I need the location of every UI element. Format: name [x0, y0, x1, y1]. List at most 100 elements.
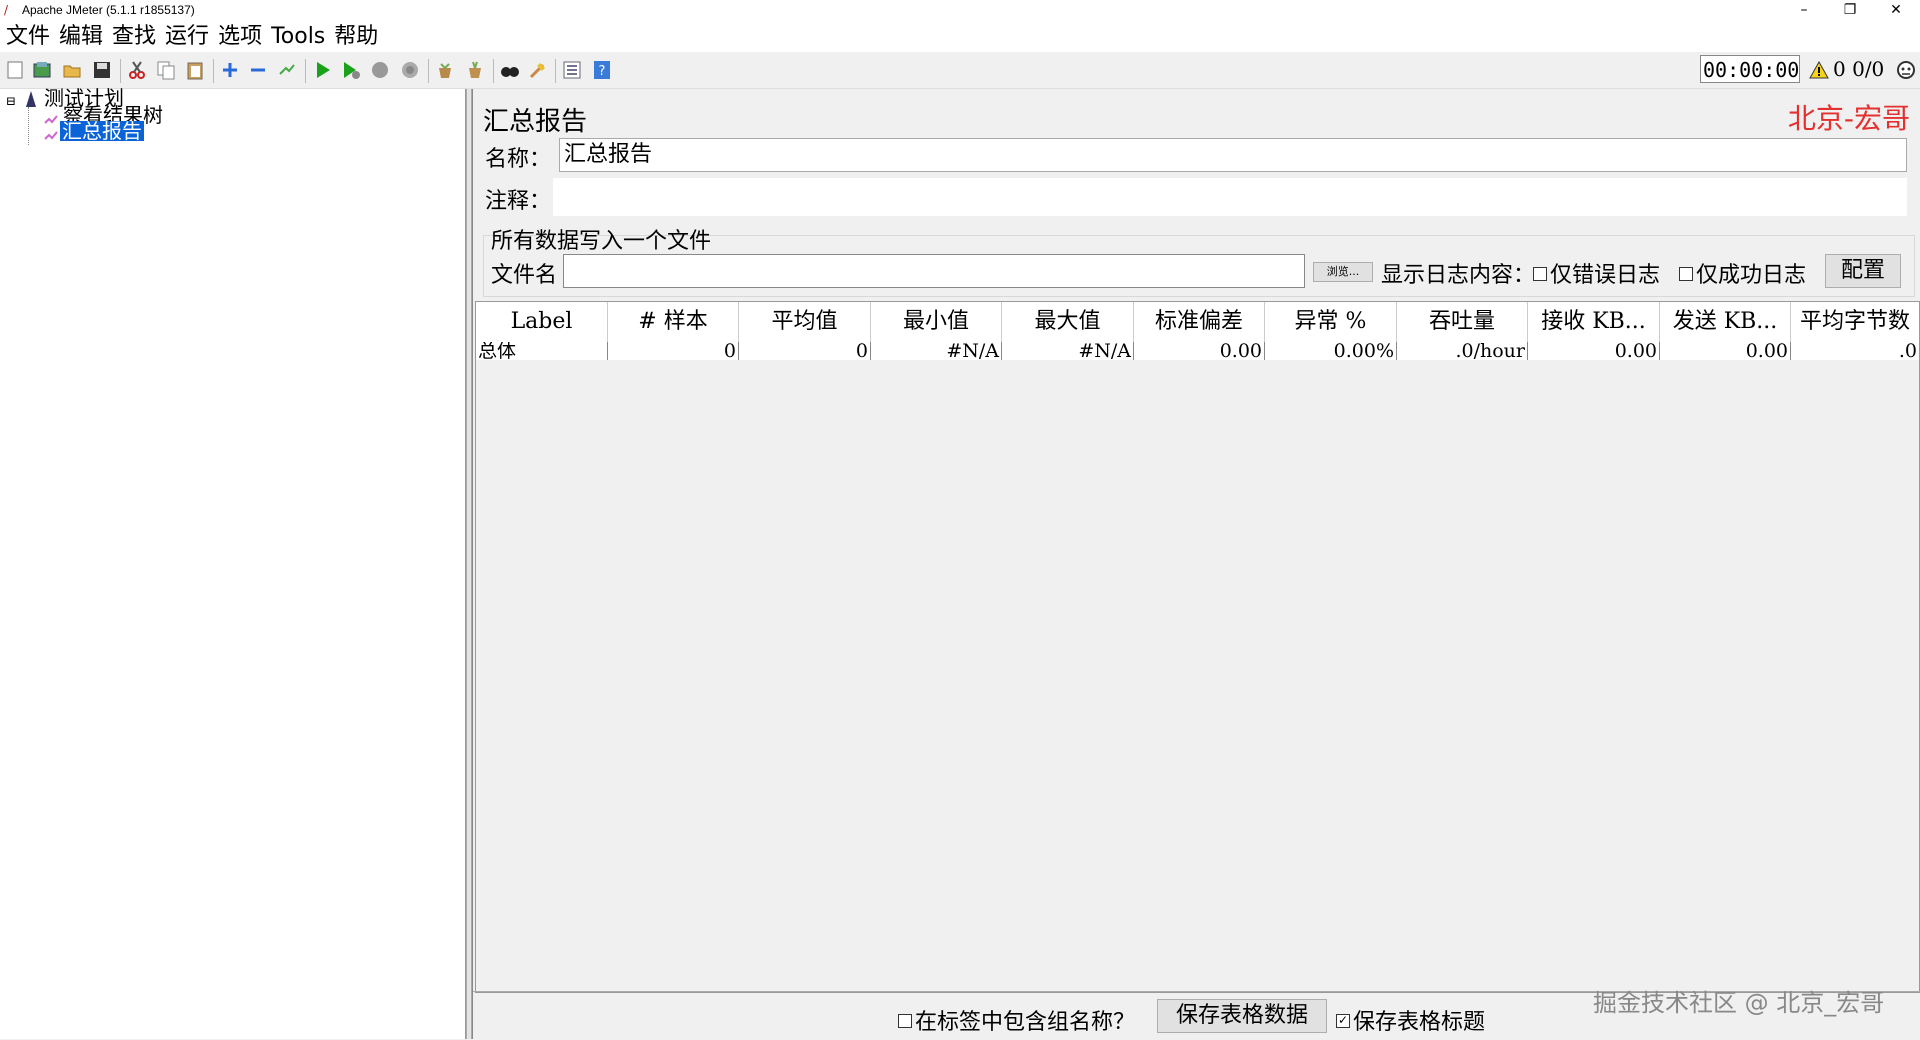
svg-text:?: ? [599, 64, 606, 79]
help-icon[interactable]: ? [592, 60, 612, 80]
collapse-icon[interactable] [248, 60, 268, 80]
column-header-throughput[interactable]: 吞吐量 [1397, 302, 1528, 342]
clear-icon[interactable] [435, 60, 455, 80]
menu-run[interactable]: 运行 [162, 22, 212, 52]
menu-search[interactable]: 查找 [109, 22, 159, 52]
brand-label: 北京-宏哥 [1787, 102, 1910, 135]
results-table: Label # 样本 平均值 最小值 最大值 标准偏差 异常 % 吞吐量 接收 … [475, 301, 1920, 993]
error-count: 0 0/0 [1833, 55, 1884, 83]
table-row[interactable]: 总体 0 0 #N/A #N/A 0.00 0.00% .0/hour 0.00… [476, 342, 1919, 360]
tree-collapse-toggle[interactable]: ⊟ [6, 91, 16, 111]
toolbar-separator [120, 59, 121, 83]
include-group-label: 在标签中包含组名称？ [915, 1010, 1136, 1035]
toolbar-separator [305, 59, 306, 83]
save-table-header-checkbox[interactable]: ✓ 保存表格标题 [1336, 1004, 1485, 1036]
panel-title: 汇总报告 [483, 107, 588, 137]
stop-icon[interactable] [370, 60, 390, 80]
warning-count: 0 [1833, 57, 1846, 81]
configure-button[interactable]: 配置 [1825, 254, 1901, 288]
listener-icon [44, 128, 58, 147]
menu-options[interactable]: 选项 [215, 22, 265, 52]
clear-all-icon[interactable] [465, 60, 485, 80]
errors-only-box[interactable] [1533, 267, 1547, 281]
minimize-button[interactable]: – [1781, 0, 1827, 22]
column-header-samples[interactable]: # 样本 [608, 302, 739, 342]
success-only-box[interactable] [1679, 267, 1693, 281]
cell-average[interactable]: 0 [739, 342, 871, 360]
window-title: Apache JMeter (5.1.1 r1855137) [22, 3, 195, 17]
cell-throughput[interactable]: .0/hour [1397, 342, 1528, 360]
remote-status-icon [1896, 60, 1916, 80]
column-header-label[interactable]: Label [476, 302, 608, 342]
menu-edit[interactable]: 编辑 [56, 22, 106, 52]
cell-samples[interactable]: 0 [608, 342, 739, 360]
include-group-checkbox[interactable]: 在标签中包含组名称？ [898, 1004, 1135, 1036]
copy-icon[interactable] [156, 60, 176, 80]
templates-icon[interactable] [32, 60, 52, 80]
column-header-average[interactable]: 平均值 [739, 302, 871, 342]
close-button[interactable]: ✕ [1873, 0, 1919, 22]
cell-avg-bytes[interactable]: .0 [1791, 342, 1919, 360]
cell-received-kb[interactable]: 0.00 [1528, 342, 1660, 360]
cell-max[interactable]: #N/A [1002, 342, 1134, 360]
browse-button[interactable]: 浏览... [1313, 262, 1373, 282]
restore-button[interactable]: ❐ [1827, 0, 1873, 22]
jmeter-feather-icon: / [4, 3, 9, 17]
paste-icon[interactable] [185, 60, 205, 80]
name-input[interactable]: 汇总报告 [559, 138, 1907, 172]
cell-label[interactable]: 总体 [476, 342, 608, 360]
save-header-label: 保存表格标题 [1353, 1010, 1486, 1035]
new-icon[interactable] [5, 60, 25, 80]
table-header: Label # 样本 平均值 最小值 最大值 标准偏差 异常 % 吞吐量 接收 … [476, 302, 1919, 342]
start-no-pauses-icon[interactable] [341, 60, 361, 80]
toolbar-separator [428, 59, 429, 83]
title-bar: / Apache JMeter (5.1.1 r1855137) – ❐ ✕ [0, 0, 1920, 22]
tree-node-aggregate-report[interactable]: 汇总报告 [60, 121, 144, 141]
column-header-max[interactable]: 最大值 [1002, 302, 1134, 342]
shutdown-icon[interactable] [400, 60, 420, 80]
column-header-error-pct[interactable]: 异常 % [1265, 302, 1397, 342]
elapsed-timer: 00:00:00 [1700, 55, 1800, 83]
expand-icon[interactable] [220, 60, 240, 80]
log-display-label: 显示日志内容： [1381, 263, 1536, 288]
menu-tools[interactable]: Tools [268, 22, 328, 52]
success-only-label: 仅成功日志 [1696, 263, 1807, 288]
comment-input[interactable] [553, 178, 1907, 216]
include-group-box[interactable] [898, 1014, 912, 1028]
cut-icon[interactable] [127, 60, 147, 80]
warning-icon[interactable] [1809, 60, 1829, 83]
save-icon[interactable] [92, 60, 112, 80]
active-threads: 0/0 [1852, 57, 1885, 81]
test-plan-icon [24, 90, 38, 112]
errors-only-checkbox[interactable]: 仅错误日志 [1533, 257, 1660, 289]
column-header-received-kb[interactable]: 接收 KB... [1528, 302, 1660, 342]
name-label: 名称： [485, 147, 552, 172]
reset-search-icon[interactable] [528, 60, 548, 80]
cell-min[interactable]: #N/A [871, 342, 1002, 360]
cell-sent-kb[interactable]: 0.00 [1660, 342, 1791, 360]
toolbar-separator [213, 59, 214, 83]
open-icon[interactable] [62, 60, 82, 80]
menu-file[interactable]: 文件 [3, 22, 53, 52]
toolbar: ? [0, 53, 1920, 89]
column-header-avg-bytes[interactable]: 平均字节数 [1791, 302, 1919, 342]
column-header-std-dev[interactable]: 标准偏差 [1134, 302, 1265, 342]
filename-input[interactable] [563, 254, 1305, 288]
start-icon[interactable] [313, 60, 333, 80]
column-header-min[interactable]: 最小值 [871, 302, 1002, 342]
filename-label: 文件名 [491, 263, 558, 288]
tree-connector [28, 107, 30, 145]
cell-std-dev[interactable]: 0.00 [1134, 342, 1265, 360]
success-only-checkbox[interactable]: 仅成功日志 [1679, 257, 1806, 289]
menu-help[interactable]: 帮助 [331, 22, 381, 52]
cell-error-pct[interactable]: 0.00% [1265, 342, 1397, 360]
save-table-data-button[interactable]: 保存表格数据 [1157, 999, 1327, 1033]
toggle-icon[interactable] [277, 60, 297, 80]
toolbar-separator [493, 59, 494, 83]
save-header-box[interactable]: ✓ [1336, 1014, 1350, 1028]
watermark-text: 掘金技术社区 @ 北京_宏哥 [1593, 989, 1885, 1017]
column-header-sent-kb[interactable]: 发送 KB... [1660, 302, 1791, 342]
aggregate-report-panel: 汇总报告 北京-宏哥 名称： 汇总报告 注释： 所有数据写入一个文件 文件名 浏… [472, 89, 1920, 1039]
search-icon[interactable] [500, 60, 520, 80]
function-helper-icon[interactable] [562, 60, 582, 80]
